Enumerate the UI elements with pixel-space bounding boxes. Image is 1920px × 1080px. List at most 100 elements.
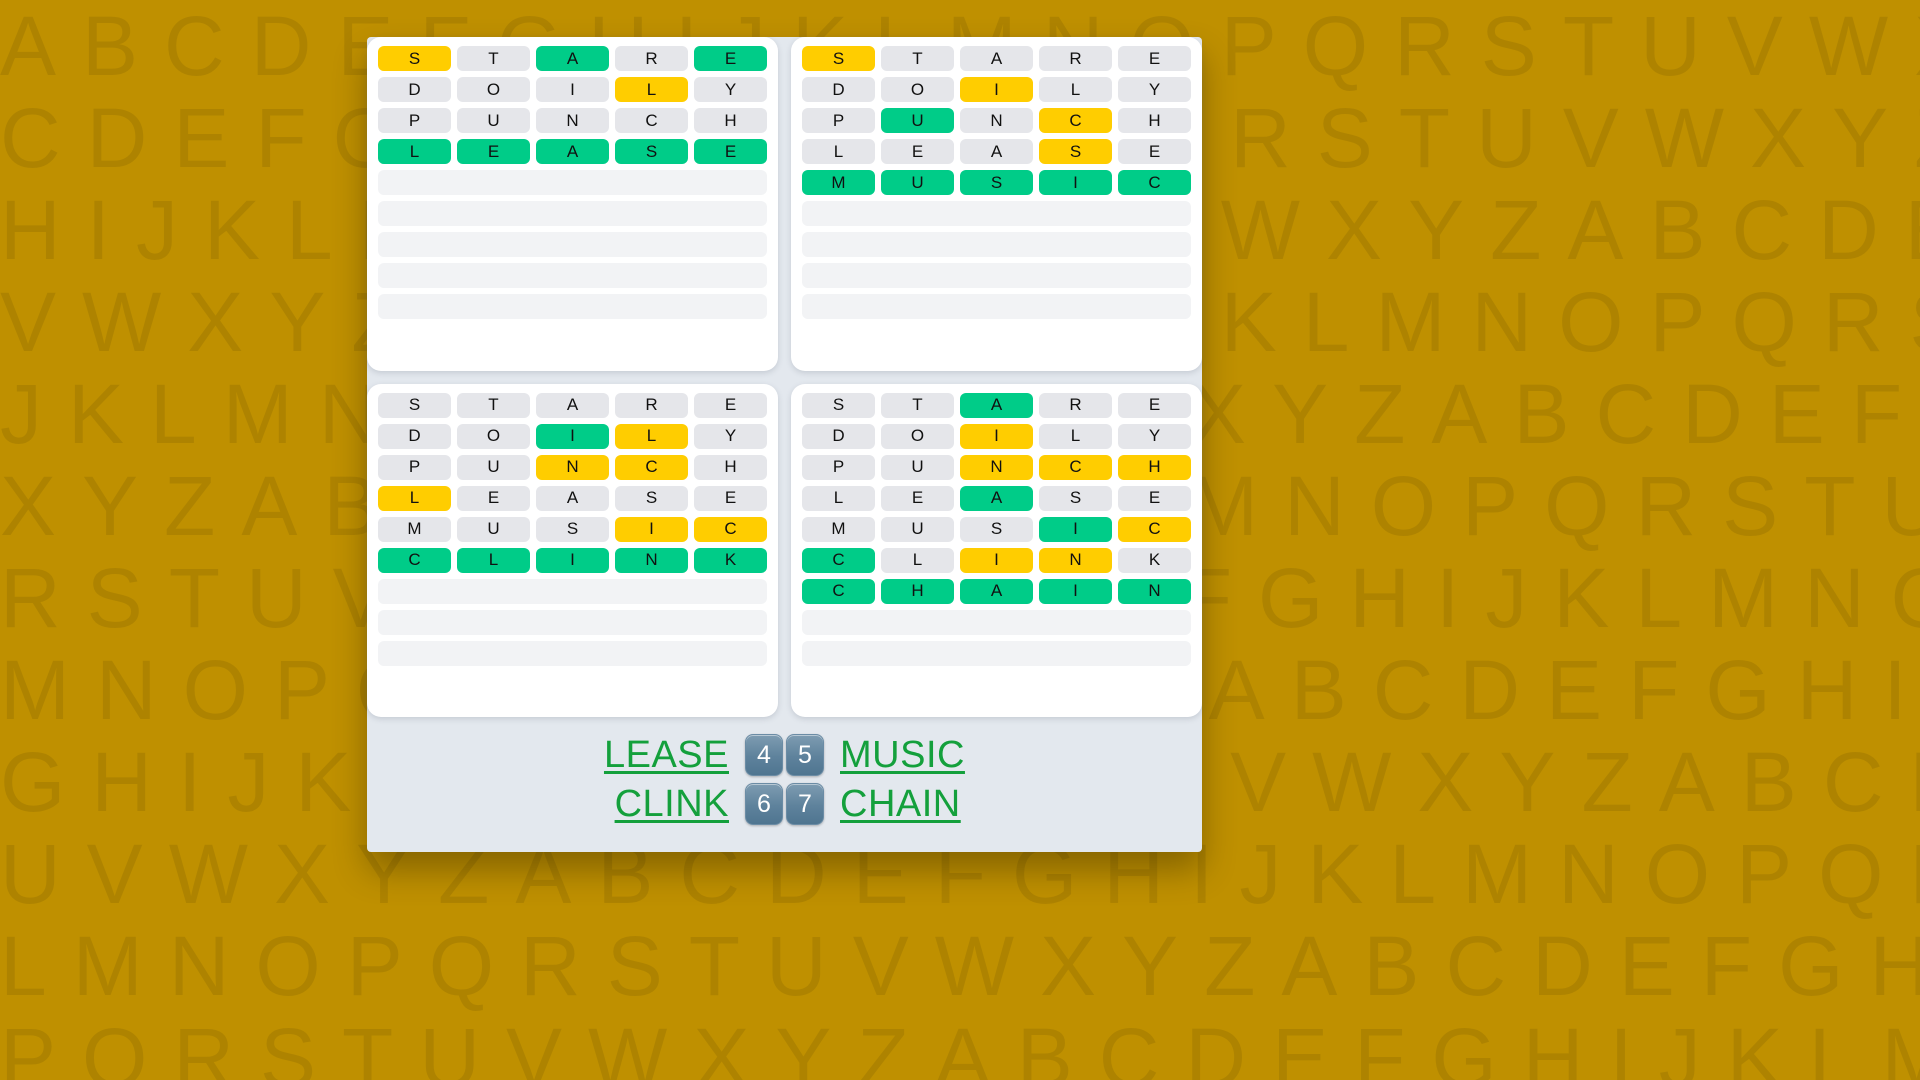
letter-tile-absent: N [536,108,609,133]
quadrant-1: STAREDOILYPUNCHLEASE [367,37,778,371]
guess-row: DOILY [378,77,767,102]
guess-count-badges: 45 [745,734,824,776]
letter-tile-absent: O [881,423,954,449]
letter-tile-correct: I [1039,578,1112,604]
letter-tile-absent: S [615,485,688,511]
letter-tile-correct: U [881,170,954,195]
letter-tile-present: C [694,516,767,542]
letter-tile-absent: A [960,139,1033,164]
letter-tile-absent: Y [694,423,767,449]
guess-row: CLINK [802,547,1191,573]
letter-tile-absent: L [802,485,875,511]
letter-tile-absent: P [802,454,875,480]
letter-tile-correct: A [960,392,1033,418]
answer-word-link[interactable]: MUSIC [840,734,990,777]
letter-tile-correct: S [960,170,1033,195]
letter-tile-correct: E [694,139,767,164]
letter-tile-present: I [960,423,1033,449]
letter-tile-present: N [960,454,1033,480]
letter-tile-present: S [1039,139,1112,164]
letter-tile-absent: S [536,516,609,542]
guess-row: STARE [802,46,1191,71]
letter-tile-correct: M [802,170,875,195]
letter-tile-absent: K [1118,547,1191,573]
letter-tile-absent: E [881,485,954,511]
letter-tile-correct: C [802,547,875,573]
guess-row: PUNCH [378,454,767,480]
footer-answer-row: LEASE 4 5 MUSIC [579,734,990,777]
letter-tile-correct: C [802,578,875,604]
letter-tile-absent: L [881,547,954,573]
guess-row: LEASE [802,485,1191,511]
letter-tile-absent: H [694,454,767,480]
letter-tile-correct: C [1118,170,1191,195]
guess-row: MUSIC [802,170,1191,195]
guess-row: LEASE [378,139,767,164]
letter-tile-absent: E [1118,46,1191,71]
letter-tile-absent: T [457,46,530,71]
letter-tile-absent: D [802,423,875,449]
letter-tile-present: N [1039,547,1112,573]
letter-tile-absent: Y [1118,77,1191,102]
letter-tile-absent: L [1039,77,1112,102]
letter-tile-absent: P [378,454,451,480]
guess-row-empty [802,232,1191,257]
guess-row: PUNCH [378,108,767,133]
letter-tile-absent: R [1039,46,1112,71]
guess-row-empty [802,609,1191,635]
letter-tile-absent: R [615,46,688,71]
guess-row-empty [378,609,767,635]
guess-count-badge-left: 4 [745,734,783,776]
letter-tile-absent: A [536,392,609,418]
letter-tile-absent: I [536,77,609,102]
letter-tile-correct: L [378,139,451,164]
letter-tile-absent: S [378,392,451,418]
letter-tile-absent: Y [1118,423,1191,449]
letter-tile-present: S [378,46,451,71]
letter-tile-absent: E [1118,392,1191,418]
answer-word-link[interactable]: LEASE [579,734,729,777]
letter-tile-absent: D [378,77,451,102]
answer-word-link[interactable]: CHAIN [840,783,990,826]
letter-tile-absent: Y [694,77,767,102]
letter-tile-absent: R [1039,392,1112,418]
letter-tile-absent: T [881,392,954,418]
guess-row: CLINK [378,547,767,573]
guess-row: LEASE [802,139,1191,164]
letter-tile-present: I [960,547,1033,573]
letter-tile-absent: E [694,392,767,418]
guess-row: PUNCH [802,108,1191,133]
letter-tile-correct: A [536,139,609,164]
letter-tile-correct: U [881,108,954,133]
guess-row-empty [378,201,767,226]
letter-tile-correct: E [457,139,530,164]
letter-tile-correct: N [615,547,688,573]
background-pattern-row: LMNOPQRSTUVWXYZABCDEFGHIJKLMNOPQ [0,919,1920,1013]
letter-tile-present: I [615,516,688,542]
answer-word-link[interactable]: CLINK [579,783,729,826]
letter-tile-correct: L [457,547,530,573]
letter-tile-present: L [615,423,688,449]
letter-tile-absent: O [881,77,954,102]
letter-tile-absent: M [378,516,451,542]
guess-count-badge-right: 7 [786,783,824,825]
letter-tile-correct: H [881,578,954,604]
guess-row: DOILY [802,77,1191,102]
letter-tile-absent: S [1039,485,1112,511]
letter-tile-correct: I [536,423,609,449]
guess-row: MUSIC [378,516,767,542]
letter-tile-present: C [1039,108,1112,133]
guess-row-empty [378,263,767,288]
quadrant-3: STAREDOILYPUNCHLEASEMUSICCLINK [367,383,778,717]
letter-tile-present: S [802,46,875,71]
guess-row: LEASE [378,485,767,511]
answers-footer: LEASE 4 5 MUSIC CLINK 6 7 CHAIN [367,717,1202,852]
letter-tile-absent: S [960,516,1033,542]
guess-row-empty [378,640,767,666]
letter-tile-correct: N [1118,578,1191,604]
letter-tile-present: H [1118,454,1191,480]
letter-tile-absent: H [1118,108,1191,133]
guess-row: STARE [378,392,767,418]
quordle-results-board: STAREDOILYPUNCHLEASESTAREDOILYPUNCHLEASE… [367,37,1202,852]
letter-tile-correct: E [694,46,767,71]
